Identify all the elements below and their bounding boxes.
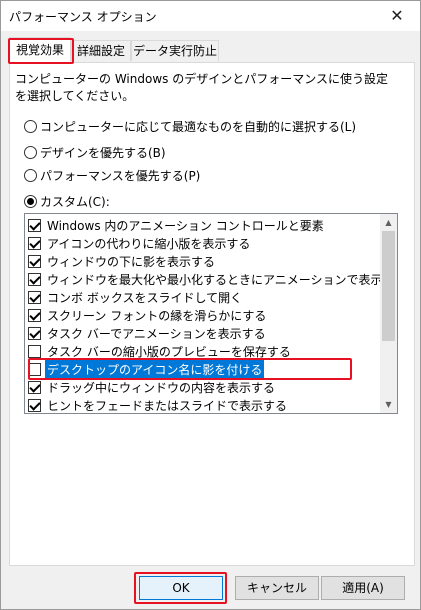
list-item-label: ウィンドウを最大化や最小化するときにアニメーションで表示する [47,272,382,287]
list-item-label: タスク バーでアニメーションを表示する [47,326,266,341]
list-item[interactable]: タスク バーでアニメーションを表示する [28,324,382,342]
effects-listbox[interactable]: Windows 内のアニメーション コントロールと要素 アイコンの代わりに縮小版… [24,213,398,414]
list-item-label: ドラッグ中にウィンドウの内容を表示する [47,380,276,395]
radio-label: デザインを優先する(B) [40,145,166,160]
tab-strip: 視覚効果 詳細設定 データ実行防止 [1,31,421,63]
radio-label: カスタム(C): [40,194,110,209]
scroll-up-icon[interactable]: ▲ [380,214,397,231]
list-item[interactable]: ウィンドウを最大化や最小化するときにアニメーションで表示する [28,270,382,288]
list-item[interactable]: Windows 内のアニメーション コントロールと要素 [28,216,382,234]
list-item[interactable]: コンボ ボックスをスライドして開く [28,288,382,306]
radio-button[interactable] [24,119,37,133]
list-item[interactable]: ドラッグ中にウィンドウの内容を表示する [28,378,382,396]
list-item-label: アイコンの代わりに縮小版を表示する [47,236,251,251]
radio-label: パフォーマンスを優先する(P) [40,168,201,183]
checkbox[interactable] [28,254,41,268]
checkbox[interactable] [28,308,41,322]
tab-advanced[interactable]: 詳細設定 [71,40,131,61]
radio-best-appearance[interactable]: デザインを優先する(B) [24,143,166,161]
checkbox[interactable] [28,398,41,412]
list-item-label: スクリーン フォントの縁を滑らかにする [47,308,267,323]
vertical-scrollbar[interactable]: ▲ ▼ [380,214,397,413]
scroll-thumb[interactable] [382,231,395,341]
cancel-button[interactable]: キャンセル [235,576,319,600]
list-item-label: デスクトップのアイコン名に影を付ける [45,360,265,378]
scroll-down-icon[interactable]: ▼ [380,396,397,413]
radio-label: コンピューターに応じて最適なものを自動的に選択する(L) [40,119,357,134]
radio-best-performance[interactable]: パフォーマンスを優先する(P) [24,166,200,184]
list-item-label: ウィンドウの下に影を表示する [47,254,216,269]
list-item-selected[interactable]: デスクトップのアイコン名に影を付ける [28,360,382,378]
list-item[interactable]: ウィンドウの下に影を表示する [28,252,382,270]
list-item[interactable]: ヒントをフェードまたはスライドで表示する [28,396,382,413]
checkbox[interactable] [28,326,41,340]
description-text: コンピューターの Windows のデザインとパフォーマンスに使う設定を選択して… [15,72,388,103]
close-icon[interactable]: ✕ [374,1,420,31]
checkbox[interactable] [28,362,41,376]
list-item-label: タスク バーの縮小版のプレビューを保存する [47,344,291,359]
checkbox[interactable] [28,290,41,304]
list-item[interactable]: スクリーン フォントの縁を滑らかにする [28,306,382,324]
checkbox[interactable] [28,344,41,358]
radio-button[interactable] [24,168,37,182]
list-item-label: コンボ ボックスをスライドして開く [47,290,243,305]
apply-button[interactable]: 適用(A) [321,576,405,600]
checkbox[interactable] [28,380,41,394]
radio-button[interactable] [24,145,37,159]
checkbox[interactable] [28,236,41,250]
tab-data-execution-prevention[interactable]: データ実行防止 [131,40,219,61]
list-item-label: ヒントをフェードまたはスライドで表示する [47,398,288,413]
radio-button[interactable] [24,194,37,208]
list-item[interactable]: タスク バーの縮小版のプレビューを保存する [28,342,382,360]
list-item-label: Windows 内のアニメーション コントロールと要素 [47,218,324,233]
checkbox[interactable] [28,218,41,232]
ok-button[interactable]: OK [139,576,223,600]
radio-auto[interactable]: コンピューターに応じて最適なものを自動的に選択する(L) [24,117,356,135]
radio-custom[interactable]: カスタム(C): [24,192,110,210]
tab-visual-effects[interactable]: 視覚効果 [9,37,71,63]
performance-options-dialog: パフォーマンス オプション ✕ 視覚効果 詳細設定 データ実行防止 コンピュータ… [0,0,421,610]
window-title: パフォーマンス オプション [9,10,157,24]
title-bar: パフォーマンス オプション ✕ [1,1,420,31]
checkbox[interactable] [28,272,41,286]
list-item[interactable]: アイコンの代わりに縮小版を表示する [28,234,382,252]
